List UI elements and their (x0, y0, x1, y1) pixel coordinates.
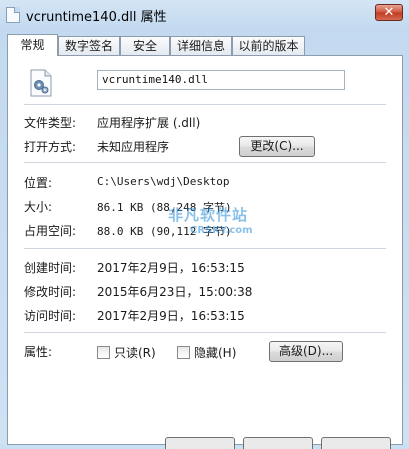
tab-details[interactable]: 详细信息 (170, 36, 232, 55)
title-bar[interactable]: vcruntime140.dll 属性 ✕ (0, 0, 409, 30)
ok-button[interactable] (165, 437, 235, 449)
location-value: C:\Users\wdj\Desktop (97, 175, 230, 188)
divider (24, 332, 386, 333)
modified-value: 2015年6月23日，15:00:38 (97, 285, 253, 299)
tab-security[interactable]: 安全 (120, 36, 170, 55)
properties-window: vcruntime140.dll 属性 ✕ 常规 数字签名 安全 详细信息 以前… (0, 0, 409, 449)
close-button[interactable]: ✕ (375, 4, 403, 21)
hidden-checkbox-label: 隐藏(H) (194, 346, 237, 360)
file-type-value: 应用程序扩展 (.dll) (97, 116, 201, 130)
readonly-checkbox-box[interactable] (97, 346, 110, 359)
readonly-checkbox[interactable]: 只读(R) (97, 343, 167, 361)
readonly-checkbox-label: 只读(R) (114, 346, 156, 360)
modified-label: 修改时间: (24, 285, 77, 299)
accessed-label: 访问时间: (24, 309, 77, 323)
watermark-subtext: CRSKY.com (190, 225, 253, 236)
location-label: 位置: (24, 176, 53, 190)
accessed-value: 2017年2月9日，16:53:15 (97, 309, 245, 323)
attributes-label: 属性: (24, 345, 53, 359)
dll-file-gear-icon (30, 69, 52, 97)
tab-general[interactable]: 常规 (7, 34, 58, 56)
divider (24, 162, 386, 163)
close-icon: ✕ (383, 5, 395, 20)
created-value: 2017年2月9日，16:53:15 (97, 261, 245, 275)
size-on-disk-label: 占用空间: (24, 224, 77, 238)
tab-previous-versions[interactable]: 以前的版本 (232, 36, 305, 55)
window-title: vcruntime140.dll 属性 (26, 10, 167, 25)
divider (24, 248, 386, 249)
divider (24, 104, 386, 105)
document-icon (6, 7, 20, 23)
created-label: 创建时间: (24, 261, 77, 275)
open-with-value: 未知应用程序 (97, 140, 170, 154)
change-button[interactable]: 更改(C)... (239, 136, 315, 157)
tab-digital-signature[interactable]: 数字签名 (58, 36, 120, 55)
advanced-button[interactable]: 高级(D)... (269, 341, 343, 362)
file-type-label: 文件类型: (24, 116, 77, 130)
hidden-checkbox-box[interactable] (177, 346, 190, 359)
cancel-button[interactable] (243, 437, 313, 449)
watermark-logo: 非凡软件站 CRSKY.com (168, 204, 298, 244)
watermark-text: 非凡软件站 (168, 206, 249, 224)
file-name-input[interactable]: vcruntime140.dll (97, 70, 345, 90)
hidden-checkbox[interactable]: 隐藏(H) (177, 343, 247, 361)
size-label: 大小: (24, 200, 53, 214)
general-tab-panel: vcruntime140.dll 文件类型: 应用程序扩展 (.dll) 打开方… (7, 55, 403, 445)
open-with-label: 打开方式: (24, 140, 77, 154)
apply-button[interactable] (321, 437, 391, 449)
